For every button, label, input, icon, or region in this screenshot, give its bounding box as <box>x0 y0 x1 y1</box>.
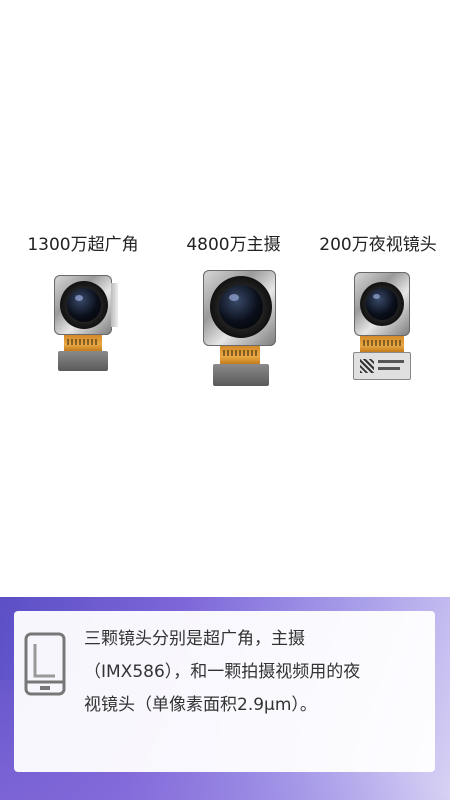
label-night-camera: 200万夜视镜头 <box>319 235 437 255</box>
caption-line-2: （IMX586），和一颗拍摄视频用的夜 <box>84 662 361 682</box>
caption-line-3: 视镜头（单像素面积2.9μm）。 <box>84 695 317 715</box>
label-main-camera: 4800万主摄 <box>186 235 281 255</box>
label-ultra-wide: 1300万超广角 <box>27 235 139 255</box>
main-camera-module <box>203 270 278 390</box>
phone-outline-icon <box>24 632 66 696</box>
night-camera-module <box>350 272 412 382</box>
caption-text: 三颗镜头分别是超广角，主摄 （IMX586），和一颗拍摄视频用的夜 视镜头（单像… <box>84 623 424 722</box>
caption-line-1: 三颗镜头分别是超广角，主摄 <box>84 629 305 649</box>
ultra-wide-camera-module <box>50 275 120 375</box>
caption-card: 三颗镜头分别是超广角，主摄 （IMX586），和一颗拍摄视频用的夜 视镜头（单像… <box>14 611 435 772</box>
camera-modules-photo: 1300万超广角 4800万主摄 200万夜视镜头 <box>0 0 450 597</box>
